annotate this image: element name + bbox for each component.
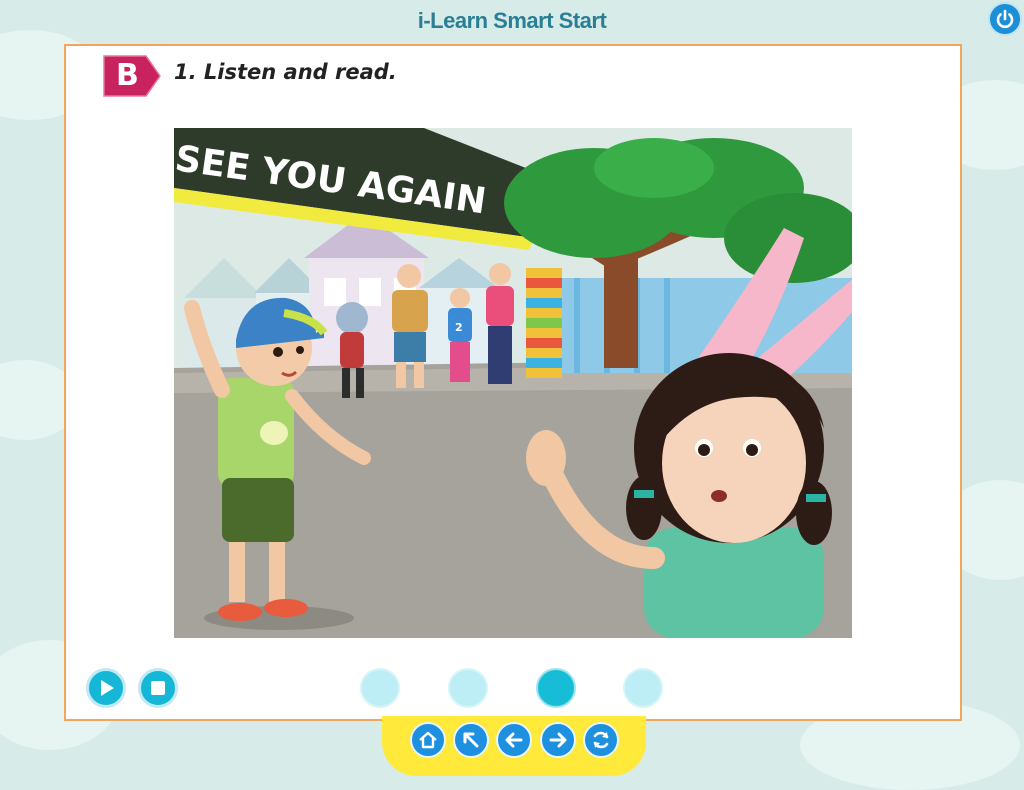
refresh-button[interactable] bbox=[583, 722, 619, 758]
section-badge: B bbox=[102, 54, 162, 98]
back-to-top-button[interactable] bbox=[453, 722, 489, 758]
previous-button[interactable] bbox=[496, 722, 532, 758]
power-icon bbox=[996, 9, 1014, 29]
next-button[interactable] bbox=[540, 722, 576, 758]
page-dot-2[interactable] bbox=[448, 668, 488, 708]
page-dot-1[interactable] bbox=[360, 668, 400, 708]
bottom-navigation bbox=[382, 716, 646, 776]
home-icon bbox=[419, 731, 437, 749]
home-button[interactable] bbox=[410, 722, 446, 758]
page-dot-3[interactable] bbox=[536, 668, 576, 708]
play-button[interactable] bbox=[86, 668, 126, 708]
stop-button[interactable] bbox=[138, 668, 178, 708]
arrow-up-left-icon bbox=[463, 732, 479, 748]
stop-icon bbox=[151, 681, 165, 695]
shirt-number: 2 bbox=[455, 321, 463, 334]
exercise-heading: 1. Listen and read. bbox=[174, 60, 397, 84]
refresh-icon bbox=[593, 731, 609, 749]
page-dot-4[interactable] bbox=[623, 668, 663, 708]
arrow-right-icon bbox=[549, 732, 567, 748]
power-button[interactable] bbox=[988, 2, 1022, 36]
arrow-left-icon bbox=[505, 732, 523, 748]
play-icon bbox=[101, 680, 114, 696]
lesson-panel: B 1. Listen and read. SEE YOU AGAIN 2 bbox=[64, 44, 962, 721]
story-illustration: SEE YOU AGAIN 2 bbox=[174, 128, 852, 638]
app-title: i-Learn Smart Start bbox=[417, 8, 607, 33]
section-badge-letter: B bbox=[116, 58, 139, 93]
